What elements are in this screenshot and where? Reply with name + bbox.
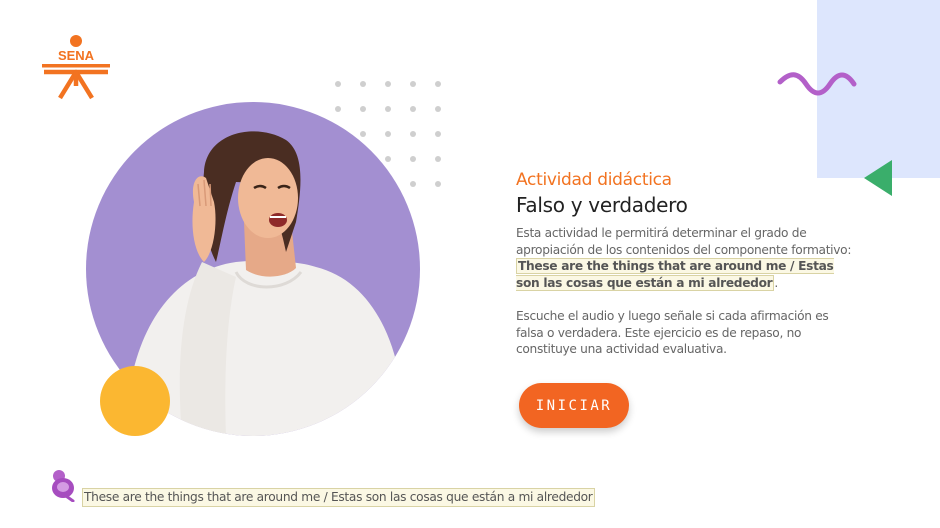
microphone-icon[interactable] [48,468,76,502]
activity-intro-end: . [774,275,778,290]
activity-intro: Esta actividad le permitirá determinar e… [516,226,852,257]
activity-title: Falso y verdadero [516,193,688,217]
start-button[interactable]: INICIAR [519,383,629,428]
triangle-icon [864,160,892,196]
sena-logo: SENA [42,35,110,100]
wave-icon [777,72,857,96]
svg-text:SENA: SENA [58,48,95,63]
yellow-circle [100,366,170,436]
audio-caption: These are the things that are around me … [82,488,595,507]
component-title: These are the things that are around me … [516,258,834,291]
activity-content: Actividad didáctica Falso y verdadero Es… [516,170,856,358]
activity-description: Esta actividad le permitirá determinar e… [516,225,856,291]
activity-instructions: Escuche el audio y luego señale si cada … [516,309,829,356]
activity-kicker: Actividad didáctica [516,170,672,190]
